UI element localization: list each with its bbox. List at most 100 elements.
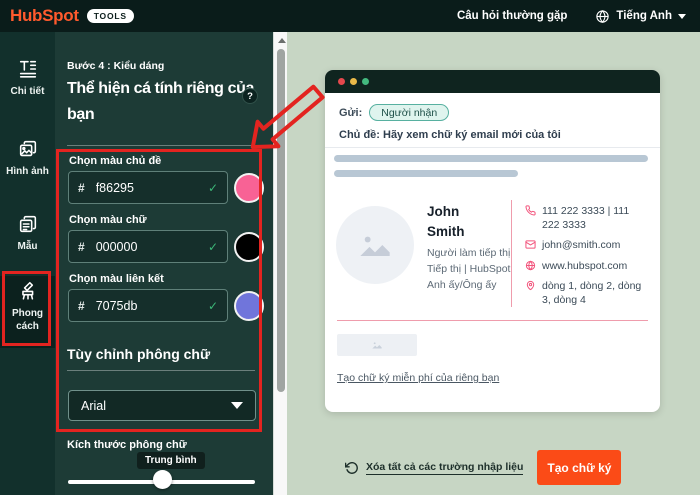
- location-pin-icon: [526, 280, 535, 290]
- chevron-down-icon: [678, 13, 686, 19]
- link-color-input-wrap: # ✓: [68, 289, 228, 322]
- hash-prefix: #: [78, 180, 85, 195]
- link-color-swatch[interactable]: [234, 291, 264, 321]
- globe-icon: [525, 260, 536, 270]
- email-preview-card: Gửi: Người nhận Chủ đề: Hãy xem chữ ký e…: [325, 70, 660, 412]
- globe-icon: [596, 9, 610, 23]
- text-details-icon: [19, 60, 36, 78]
- topbar-right: Câu hỏi thường gặp Tiếng Anh: [457, 9, 686, 24]
- sidebar-item-label: Phong cách: [11, 308, 44, 332]
- link-color-input[interactable]: [95, 298, 208, 313]
- tools-badge: TOOLS: [86, 9, 134, 23]
- placeholder-text-bar: [334, 155, 648, 162]
- sidebar-item-style-active[interactable]: Phong cách: [0, 276, 55, 348]
- chevron-down-icon: [231, 402, 243, 409]
- theme-color-input[interactable]: [95, 180, 208, 195]
- signature-meta: Người làm tiếp thị Tiếp thị | HubSpot An…: [427, 246, 513, 293]
- scrollbar-up-arrow[interactable]: [277, 38, 286, 43]
- window-dot-green: [362, 78, 369, 85]
- contact-address-row: dòng 1, dòng 2, dòng 3, dòng 4: [525, 279, 649, 307]
- placeholder-text-bar: [334, 170, 518, 177]
- to-label: Gửi:: [339, 106, 363, 119]
- create-own-signature-link[interactable]: Tạo chữ ký miễn phí của riêng bạn: [337, 372, 499, 384]
- browser-window-bar: [325, 70, 660, 93]
- font-size-tooltip: Trung bình: [137, 452, 205, 469]
- link-color-label: Chọn màu liên kết: [69, 273, 164, 285]
- divider: [67, 370, 255, 371]
- help-badge[interactable]: ?: [242, 88, 258, 104]
- signature-department: Tiếp thị | HubSpot: [427, 262, 511, 275]
- text-color-input[interactable]: [95, 239, 208, 254]
- contact-email-row: john@smith.com: [525, 238, 649, 252]
- theme-color-input-wrap: # ✓: [68, 171, 228, 204]
- font-family-value: Arial: [81, 398, 107, 413]
- mail-icon: [525, 240, 536, 250]
- language-selector[interactable]: Tiếng Anh: [595, 9, 686, 24]
- text-color-swatch[interactable]: [234, 232, 264, 262]
- check-icon: ✓: [207, 180, 218, 195]
- phone-icon: [525, 205, 536, 216]
- preview-footer: Xóa tất cả các trường nhập liệu Tạo chữ …: [345, 450, 622, 485]
- sidebar-item-label: Chi tiết: [10, 86, 45, 97]
- sidebar-item-label: Mẫu: [17, 241, 38, 252]
- font-size-slider-thumb[interactable]: [153, 470, 172, 489]
- avatar: [336, 206, 414, 284]
- contact-column: 111 222 3333 | 111 222 3333 john@smith.c…: [525, 204, 649, 307]
- clear-fields-button[interactable]: Xóa tất cả các trường nhập liệu: [345, 460, 524, 475]
- refresh-icon: [345, 461, 358, 474]
- step-sidebar: Chi tiết Hình ảnh Mẫu Phong cách: [0, 32, 55, 495]
- paintbrush-icon: [21, 281, 33, 300]
- email-subject: Chủ đề: Hãy xem chữ ký email mới của tôi: [339, 129, 561, 141]
- create-signature-button[interactable]: Tạo chữ ký: [537, 450, 622, 485]
- clear-fields-label: Xóa tất cả các trường nhập liệu: [366, 460, 524, 475]
- hubspot-logo: HubSpot: [10, 6, 79, 25]
- contact-email: john@smith.com: [542, 239, 621, 252]
- photo-placeholder-icon: [372, 342, 382, 349]
- font-family-select[interactable]: Arial: [68, 390, 256, 421]
- template-icon: [19, 215, 36, 233]
- signature-job-title: Người làm tiếp thị: [427, 247, 511, 259]
- text-color-label: Chọn màu chữ: [69, 214, 147, 226]
- text-color-input-wrap: # ✓: [68, 230, 228, 263]
- hash-prefix: #: [78, 239, 85, 254]
- theme-color-swatch[interactable]: [234, 173, 264, 203]
- signature-name: John Smith: [427, 204, 465, 240]
- image-icon: [19, 140, 36, 157]
- style-panel: Bước 4 : Kiểu dáng Thể hiện cá tính riên…: [55, 32, 273, 495]
- check-icon: ✓: [207, 239, 218, 254]
- divider: [67, 145, 257, 146]
- contact-phone-row: 111 222 3333 | 111 222 3333: [525, 204, 649, 232]
- language-label: Tiếng Anh: [616, 10, 672, 22]
- faq-link[interactable]: Câu hỏi thường gặp: [457, 10, 567, 22]
- photo-placeholder-icon: [360, 236, 390, 256]
- sidebar-item-details[interactable]: Chi tiết: [0, 54, 55, 126]
- contact-website-row: www.hubspot.com: [525, 259, 649, 273]
- sidebar-item-label: Hình ảnh: [6, 166, 49, 177]
- signature-horizontal-divider: [337, 320, 648, 321]
- font-section-title: Tùy chỉnh phông chữ: [67, 346, 211, 362]
- sidebar-item-templates[interactable]: Mẫu: [0, 209, 55, 279]
- window-dot-yellow: [350, 78, 357, 85]
- check-icon: ✓: [207, 298, 218, 313]
- sidebar-item-images[interactable]: Hình ảnh: [0, 134, 55, 206]
- panel-scrollbar: [273, 32, 287, 495]
- email-to-row: Gửi: Người nhận: [339, 104, 450, 121]
- hubspot-signature-generator: HubSpot TOOLS Câu hỏi thường gặp Tiếng A…: [0, 0, 700, 495]
- step-label: Bước 4 : Kiểu dáng: [67, 60, 165, 72]
- contact-address: dòng 1, dòng 2, dòng 3, dòng 4: [542, 279, 642, 306]
- signature-pronouns: Anh ấy/Ông ấy: [427, 278, 497, 291]
- divider: [325, 147, 660, 148]
- logo-group: HubSpot TOOLS: [10, 6, 134, 26]
- page-title: Thể hiện cá tính riêng của bạn: [67, 80, 254, 123]
- recipient-pill: Người nhận: [369, 104, 450, 121]
- contact-website: www.hubspot.com: [542, 259, 628, 272]
- contact-phone: 111 222 3333 | 111 222 3333: [542, 205, 630, 232]
- preview-panel: Gửi: Người nhận Chủ đề: Hãy xem chữ ký e…: [287, 32, 700, 495]
- signature-vertical-divider: [511, 200, 512, 307]
- topbar: HubSpot TOOLS Câu hỏi thường gặp Tiếng A…: [0, 0, 700, 32]
- banner-image-placeholder: [337, 334, 417, 356]
- scrollbar-thumb[interactable]: [277, 49, 285, 392]
- window-dot-red: [338, 78, 345, 85]
- theme-color-label: Chọn màu chủ đề: [69, 155, 162, 167]
- hash-prefix: #: [78, 298, 85, 313]
